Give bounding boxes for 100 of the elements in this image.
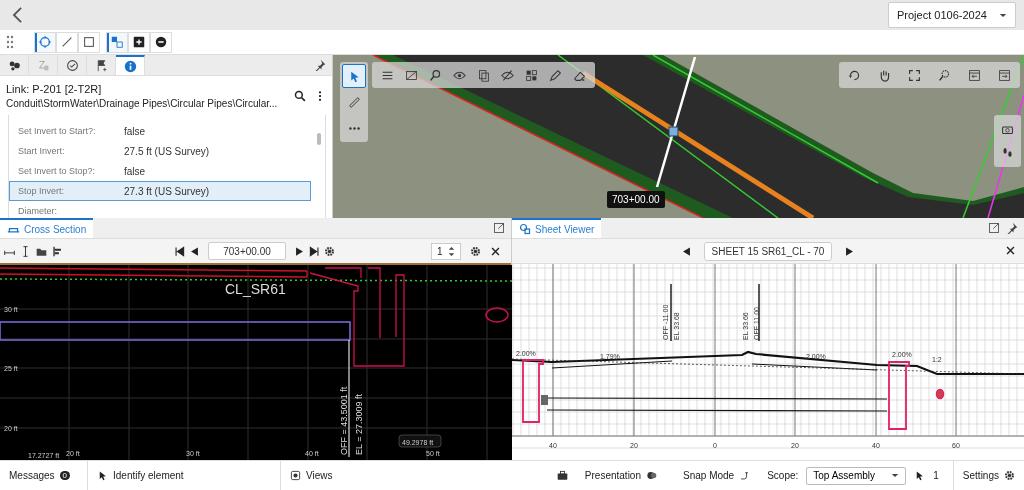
line-icon — [60, 35, 74, 49]
vertical-measure-icon[interactable] — [20, 245, 31, 257]
manhole-structure[interactable] — [309, 267, 405, 367]
pipe-section-ellipse[interactable] — [485, 307, 509, 323]
last-icon[interactable] — [309, 245, 320, 257]
presentation-button[interactable]: Presentation — [575, 461, 666, 490]
point-tool-button[interactable] — [34, 31, 56, 53]
briefcase-icon[interactable] — [556, 470, 568, 481]
pop-out-icon[interactable] — [988, 222, 1000, 234]
plus-icon — [132, 35, 146, 49]
hide-icon[interactable] — [501, 68, 514, 82]
rotate-view-icon[interactable] — [848, 68, 861, 82]
element-title: Link: P-201 [2-T2R] — [6, 82, 103, 97]
close-icon[interactable] — [490, 245, 501, 257]
message-count-badge: 0 — [59, 471, 71, 480]
property-label: Set Invert to Start?: — [18, 126, 97, 136]
text-icon — [36, 58, 50, 72]
snap-mode-button[interactable]: Snap Mode — [674, 461, 760, 490]
spinner-arrows-icon — [446, 245, 457, 257]
search-icon[interactable] — [294, 90, 306, 102]
previous-view-icon[interactable] — [968, 68, 981, 82]
settings-icon — [1004, 470, 1015, 481]
views-icon — [290, 470, 302, 481]
property-label: Start Invert: — [18, 146, 66, 156]
caret-icon — [891, 473, 900, 478]
messages-button[interactable]: Messages 0 — [0, 461, 80, 490]
zoom-icon[interactable] — [429, 68, 442, 82]
pin-icon[interactable] — [314, 59, 326, 71]
previous-icon[interactable] — [189, 245, 200, 257]
close-icon[interactable] — [1005, 245, 1016, 256]
pan-hand-icon[interactable] — [878, 68, 891, 82]
pin-icon[interactable] — [1006, 222, 1018, 234]
property-value: false — [124, 125, 146, 137]
pop-out-icon[interactable] — [493, 222, 505, 234]
property-label: Stop Invert: — [18, 186, 66, 196]
slash-square-icon[interactable] — [405, 68, 418, 82]
first-icon[interactable] — [174, 245, 185, 257]
select-tool-button[interactable] — [342, 64, 366, 88]
ruler-icon — [347, 95, 361, 109]
squares-icon — [110, 35, 124, 49]
caret-icon — [999, 12, 1007, 18]
previous-icon[interactable] — [681, 245, 692, 257]
next-icon[interactable] — [294, 245, 305, 257]
property-label: Set Invert to Stop?: — [18, 166, 97, 176]
scrollbar[interactable] — [317, 133, 321, 145]
sheet-viewer-tab[interactable]: Sheet Viewer — [512, 218, 602, 238]
fit-view-icon[interactable] — [908, 68, 921, 82]
station-label: 703+00.00 — [607, 191, 665, 208]
property-row[interactable]: Stop Invert: 27.3 ft (US Survey) — [9, 181, 311, 201]
square-icon — [82, 35, 96, 49]
camera-icon[interactable] — [1001, 123, 1014, 136]
grip-icon — [6, 35, 14, 49]
copy-icon[interactable] — [477, 68, 490, 82]
property-value: 27.3 ft (US Survey) — [124, 185, 210, 197]
info-tab[interactable] — [116, 55, 145, 75]
rect-tool-button[interactable] — [78, 31, 100, 53]
settings-icon[interactable] — [470, 245, 481, 257]
property-row[interactable]: Set Invert to Start?: false — [9, 121, 311, 141]
check-circle-icon — [65, 58, 79, 72]
pipe-section-ellipse[interactable] — [935, 388, 945, 400]
back-icon[interactable] — [12, 6, 23, 24]
property-row[interactable]: Diameter: — [9, 201, 311, 218]
page-spinner[interactable]: 1 — [431, 242, 461, 260]
scope-dropdown[interactable]: Top Assembly — [806, 466, 907, 485]
station-line[interactable] — [655, 56, 697, 188]
elevation-label: EL = 27.3009 ft — [354, 394, 364, 455]
zoom-window-icon[interactable] — [938, 68, 951, 82]
project-dropdown[interactable]: Project 0106-2024 — [888, 2, 1016, 28]
presentation-icon — [646, 470, 657, 481]
info-icon — [123, 59, 137, 73]
property-row[interactable]: Start Invert: 27.5 ft (US Survey) — [9, 141, 311, 161]
pen-icon[interactable] — [549, 68, 562, 82]
target-icon — [38, 35, 52, 49]
identify-element-label[interactable]: Identify element — [113, 470, 264, 481]
property-label: Diameter: — [18, 206, 58, 216]
offset-label: OFF = 43.5001 ft — [339, 386, 349, 455]
views-button[interactable]: Views — [280, 461, 342, 490]
sheet-icon — [519, 223, 531, 235]
property-value: 27.5 ft (US Survey) — [124, 145, 210, 157]
sheet-selector[interactable]: SHEET 15 SR61_CL - 70 — [704, 241, 832, 261]
settings-icon[interactable] — [324, 245, 335, 257]
grid-icon[interactable] — [525, 68, 538, 82]
align-icon[interactable] — [52, 245, 63, 257]
remove-tool-button[interactable] — [150, 31, 172, 53]
cross-section-tab[interactable]: Cross Section — [0, 218, 94, 238]
pipe-outline[interactable] — [0, 321, 351, 341]
next-icon[interactable] — [844, 245, 855, 257]
add-tool-button[interactable] — [128, 31, 150, 53]
inlet-structure[interactable] — [522, 359, 910, 430]
scope-label: Scope: — [767, 470, 799, 481]
alignment-label: CL_SR61 — [225, 281, 286, 297]
element-path: Conduit\StormWater\Drainage Pipes\Circular Pipes\Circular... — [6, 97, 279, 111]
property-row[interactable]: Set Invert to Stop?: false — [9, 161, 311, 181]
settings-button[interactable]: Settings — [952, 461, 1024, 490]
next-view-icon[interactable] — [998, 68, 1011, 82]
selection-count: 1 — [933, 470, 939, 481]
snap-icon — [739, 470, 751, 481]
footprints-icon[interactable] — [1001, 146, 1014, 159]
station-field[interactable]: 703+00.00 — [208, 242, 286, 260]
group-tool-button[interactable] — [106, 31, 128, 53]
